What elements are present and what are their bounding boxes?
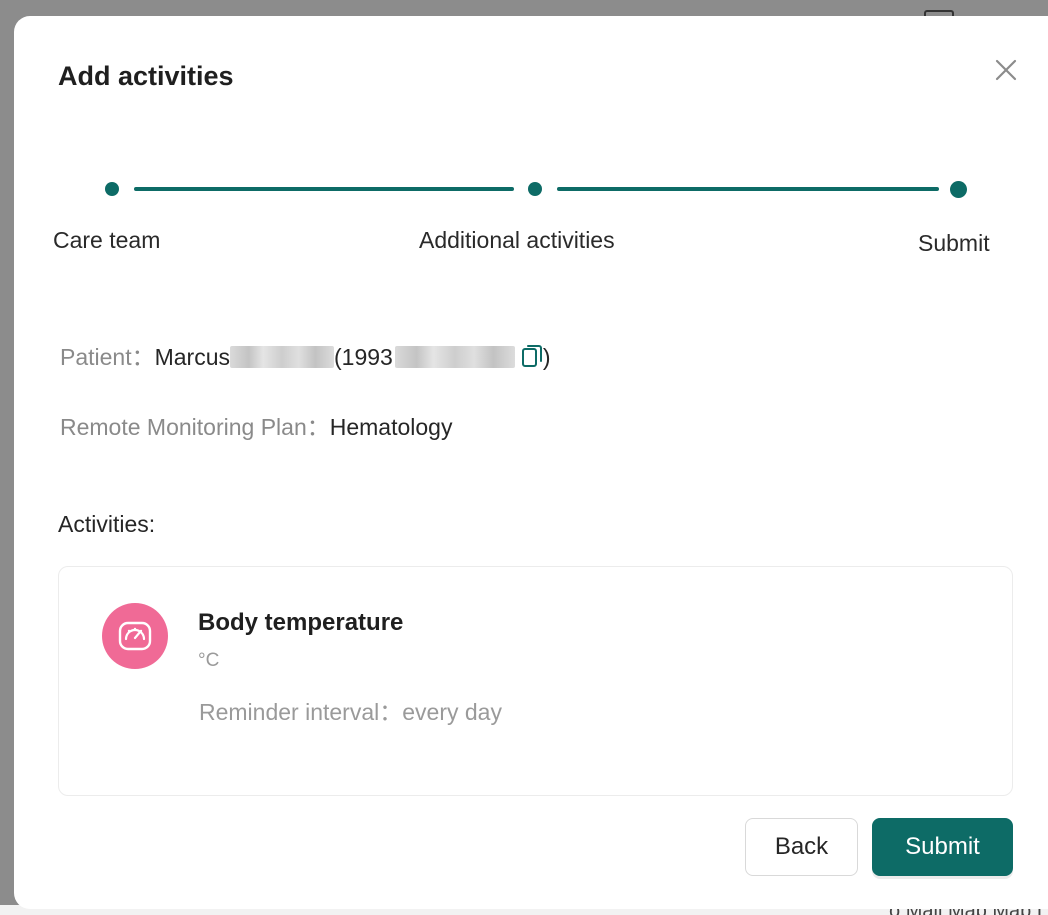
- patient-row: Patient：Marcus (1993 ): [60, 342, 551, 372]
- submit-button[interactable]: Submit: [872, 818, 1013, 876]
- redacted-id: [394, 345, 515, 368]
- step-dot-additional-activities: [528, 182, 542, 196]
- activities-heading: Activities:: [58, 511, 156, 537]
- patient-id-suffix: ): [542, 344, 551, 370]
- gauge-icon: [118, 621, 152, 651]
- close-icon: [995, 59, 1017, 81]
- back-button[interactable]: Back: [745, 818, 858, 876]
- activity-reminder: Reminder interval：every day: [199, 697, 502, 727]
- reminder-label: Reminder interval：: [199, 699, 403, 725]
- plan-value: Hematology: [329, 414, 453, 440]
- progress-stepper: Care team Additional activities Submit: [14, 176, 1048, 286]
- step-dot-care-team: [105, 182, 119, 196]
- patient-label: Patient：: [60, 344, 155, 370]
- step-label-care-team: Care team: [53, 227, 161, 253]
- patient-id-prefix: (1993: [334, 344, 393, 370]
- activity-card: Body temperature °C Reminder interval：ev…: [58, 566, 1013, 796]
- step-label-submit: Submit: [918, 230, 990, 256]
- dialog-title: Add activities: [58, 61, 234, 91]
- step-connector: [134, 187, 514, 191]
- step-label-additional-activities: Additional activities: [419, 227, 615, 253]
- step-dot-submit: [950, 181, 967, 198]
- activity-icon-badge: [102, 603, 168, 669]
- plan-row: Remote Monitoring Plan：Hematology: [60, 412, 452, 442]
- plan-label: Remote Monitoring Plan：: [60, 414, 330, 440]
- redacted-surname: [230, 345, 335, 368]
- patient-first-name: Marcus: [154, 344, 231, 370]
- add-activities-dialog: Add activities Care team Additional acti…: [14, 16, 1048, 909]
- activity-name: Body temperature: [198, 609, 404, 636]
- copy-icon[interactable]: [521, 344, 543, 368]
- reminder-value: every day: [402, 699, 502, 725]
- activity-unit: °C: [198, 650, 220, 671]
- close-button[interactable]: [990, 54, 1022, 86]
- step-connector: [557, 187, 939, 191]
